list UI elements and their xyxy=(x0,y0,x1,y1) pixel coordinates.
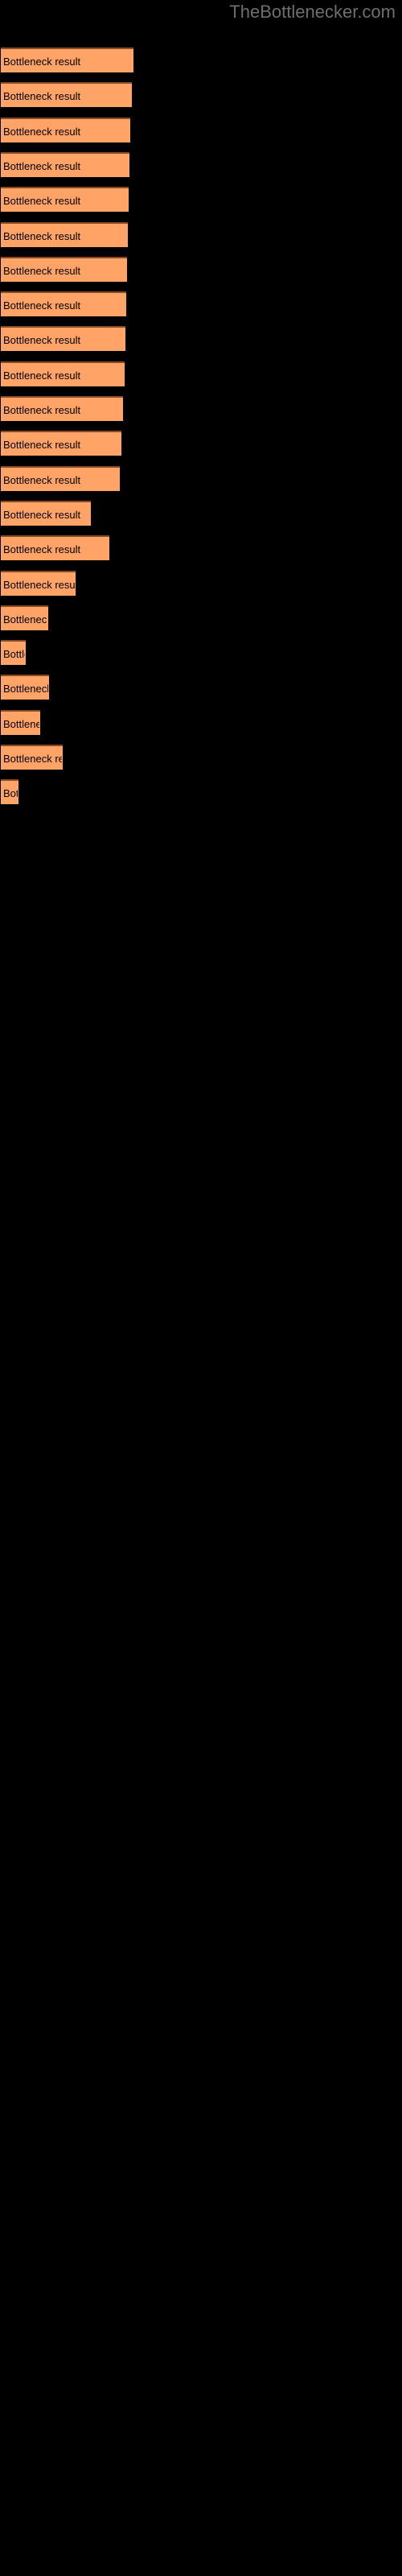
bars-layer: Bottleneck result Bottleneck result Bottle… xyxy=(0,0,402,2576)
bar-label: Bottleneck result xyxy=(3,299,81,312)
bar-label: Bottleneck result xyxy=(3,264,81,277)
bar-label: Bottleneck result xyxy=(3,578,75,591)
bar-label: Bottleneck result xyxy=(3,508,81,521)
bar-label: Bottleneck result xyxy=(3,159,81,172)
bar-rect: Bottleneck result xyxy=(1,745,63,770)
bar-rect: Bottleneck result xyxy=(1,570,76,596)
bar-label: Bottleneck result xyxy=(3,334,81,347)
bar-label: Bottleneck result xyxy=(3,683,48,696)
bar-rect: Bottleneck result xyxy=(1,431,121,456)
bar-rect: Bottleneck result xyxy=(1,675,49,700)
bar-rect: Bottleneck result xyxy=(1,396,123,421)
bar-label: Bottleneck result xyxy=(3,648,25,661)
bar-rect: Bottleneck result xyxy=(1,221,128,247)
bar-rect: Bottleneck result xyxy=(1,709,40,735)
bar-label: Bottleneck result xyxy=(3,439,81,452)
bar-label: Bottleneck result xyxy=(3,787,18,800)
bar-label: Bottleneck result xyxy=(3,56,81,68)
bar-label: Bottleneck result xyxy=(3,613,47,625)
bar-rect: Bottleneck result xyxy=(1,291,126,317)
bar-rect: Bottleneck result xyxy=(1,151,129,177)
bar-label: Bottleneck result xyxy=(3,90,81,103)
bar-label: Bottleneck result xyxy=(3,717,39,730)
bar-rect: Bottleneck result xyxy=(1,117,130,142)
bar-rect: Bottleneck result xyxy=(1,187,129,213)
bar-rect: Bottleneck result xyxy=(1,47,133,72)
bar-rect: Bottleneck result xyxy=(1,500,91,526)
bar-rect: Bottleneck result xyxy=(1,465,120,491)
bar-rect: Bottleneck result xyxy=(1,640,26,666)
bar-label: Bottleneck result xyxy=(3,195,81,208)
bar-label: Bottleneck result xyxy=(3,369,81,382)
bar-rect: Bottleneck result xyxy=(1,605,48,630)
bottleneck-bar-chart: TheBottlenecker.com Bottleneck result Bot… xyxy=(0,0,402,2576)
bar-label: Bottleneck result xyxy=(3,543,81,556)
bar-label: Bottleneck result xyxy=(3,229,81,242)
bar-label: Bottleneck result xyxy=(3,125,81,138)
bar-rect: Bottleneck result xyxy=(1,779,18,805)
bar-rect: Bottleneck result xyxy=(1,326,125,352)
bar-label: Bottleneck result xyxy=(3,404,81,416)
bar-label: Bottleneck result xyxy=(3,753,62,765)
bar-rect: Bottleneck result xyxy=(1,82,132,108)
bar-label: Bottleneck result xyxy=(3,473,81,486)
bar-rect: Bottleneck result xyxy=(1,361,125,386)
bar-rect: Bottleneck result xyxy=(1,535,109,561)
bar-rect: Bottleneck result xyxy=(1,256,127,282)
